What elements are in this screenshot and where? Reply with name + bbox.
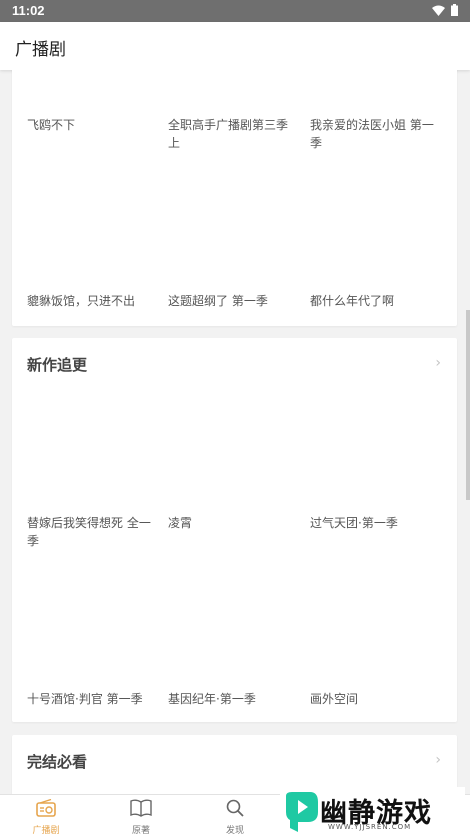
app-bar: 广播剧 (0, 22, 470, 70)
drama-item[interactable]: 都什么年代了啊 (310, 292, 438, 310)
drama-item[interactable]: 貔貅饭馆，只进不出 (27, 292, 155, 310)
status-time: 11:02 (12, 3, 45, 18)
nav-item-discover[interactable]: 发现 (205, 799, 265, 836)
drama-card-top: 飞鸥不下 全职高手广播剧第三季上 我亲爱的法医小姐 第一季 貔貅饭馆，只进不出 … (12, 70, 457, 326)
section-title: 新作追更 (27, 356, 88, 374)
page-title: 广播剧 (15, 40, 66, 60)
drama-item[interactable]: 画外空间 (310, 690, 438, 708)
watermark-url: WWW.YJJSREN.COM (328, 823, 412, 831)
nav-item-radio-drama[interactable]: 广播剧 (16, 798, 76, 836)
nav-label: 广播剧 (32, 826, 60, 836)
wifi-icon (432, 5, 445, 16)
feed-content[interactable]: 飞鸥不下 全职高手广播剧第三季上 我亲爱的法医小姐 第一季 貔貅饭馆，只进不出 … (0, 70, 470, 794)
drama-item[interactable]: 凌霄 (168, 514, 296, 532)
battery-icon (451, 4, 458, 16)
nav-item-original-novel[interactable]: 原著 (111, 799, 171, 836)
section-finished: 完结必看 › (12, 735, 457, 794)
drama-item[interactable]: 过气天团·第一季 (310, 514, 438, 532)
watermark: 幽静游戏 WWW.YJJSREN.COM (280, 787, 465, 837)
nav-label: 发现 (225, 826, 244, 836)
radio-icon (36, 798, 56, 817)
drama-item[interactable]: 飞鸥不下 (27, 116, 155, 134)
book-icon (130, 799, 152, 817)
chevron-right-icon[interactable]: › (435, 355, 441, 371)
drama-item[interactable]: 全职高手广播剧第三季上 (168, 116, 296, 152)
drama-item[interactable]: 基因纪年·第一季 (168, 690, 296, 708)
status-bar: 11:02 (0, 0, 470, 22)
nav-label: 原著 (131, 826, 150, 836)
scrollbar[interactable] (466, 310, 470, 500)
section-new-updates: 新作追更 › 替嫁后我笑得想死 全一季 凌霄 过气天团·第一季 十号酒馆·判官 … (12, 338, 457, 722)
section-title: 完结必看 (27, 753, 88, 771)
watermark-logo-icon (286, 792, 318, 832)
drama-item[interactable]: 这题超纲了 第一季 (168, 292, 296, 310)
drama-item[interactable]: 十号酒馆·判官 第一季 (27, 690, 155, 708)
status-icons (432, 4, 458, 16)
search-icon (226, 799, 244, 817)
chevron-right-icon[interactable]: › (435, 752, 441, 768)
drama-item[interactable]: 替嫁后我笑得想死 全一季 (27, 514, 155, 550)
drama-item[interactable]: 我亲爱的法医小姐 第一季 (310, 116, 438, 152)
